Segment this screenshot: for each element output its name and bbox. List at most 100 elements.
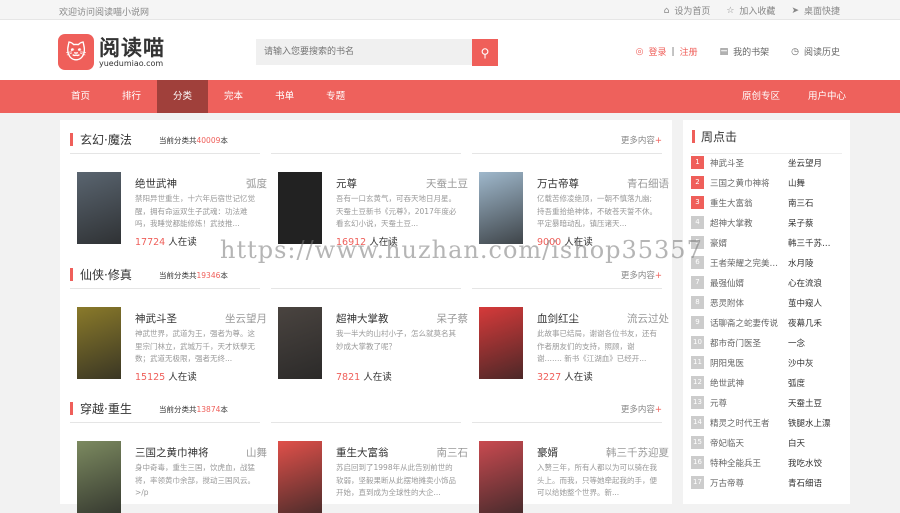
nav-original[interactable]: 原创专区: [728, 80, 794, 113]
add-favorite-link[interactable]: ☆ 加入收藏: [726, 4, 775, 18]
book-title[interactable]: 三国之黄巾神将: [135, 445, 209, 460]
rank-author[interactable]: 青石细语: [788, 477, 838, 489]
rank-item[interactable]: 17 万古帝尊 青石细语: [691, 476, 841, 490]
book-cover[interactable]: [479, 441, 523, 513]
more-link[interactable]: 更多内容+: [621, 134, 662, 146]
rank-book-title[interactable]: 绝世武神: [710, 377, 782, 389]
rank-author[interactable]: 茧中窥人: [788, 297, 838, 309]
book-cover[interactable]: [77, 441, 121, 513]
rank-author[interactable]: 南三石: [788, 197, 838, 209]
more-link[interactable]: 更多内容+: [621, 403, 662, 415]
book-cover[interactable]: [77, 172, 121, 244]
book-card[interactable]: 元尊 天蚕土豆 吾有一口玄黄气，可吞天地日月星。天蚕土豆新书《元尊》，2017年…: [278, 172, 468, 248]
book-cover[interactable]: [278, 441, 322, 513]
book-cover[interactable]: [77, 307, 121, 379]
rank-book-title[interactable]: 阴阳鬼医: [710, 357, 782, 369]
book-card[interactable]: 超神大掌教 呆子蔡 我一半大的山村小子，怎么就莫名其妙成大掌教了呢？ 7821 …: [278, 307, 469, 383]
book-card[interactable]: 血剑红尘 流云过处 此故事已结局，谢谢各位书友，还有作者朋友们的支持，照顾，谢谢…: [479, 307, 669, 383]
rank-book-title[interactable]: 重生大富翁: [710, 197, 782, 209]
set-homepage-link[interactable]: ⌂ 设为首页: [664, 4, 711, 18]
nav-home[interactable]: 首页: [55, 80, 106, 113]
book-title[interactable]: 万古帝尊: [537, 176, 579, 191]
history-link[interactable]: ◷ 阅读历史: [791, 45, 840, 59]
book-cover[interactable]: [278, 172, 322, 244]
book-card[interactable]: 神武斗圣 坐云望月 神武世界，武道为王，强者为尊。这里宗门林立，武城万千，天才妖…: [77, 307, 267, 383]
book-author[interactable]: 坐云望月: [225, 311, 267, 326]
rank-author[interactable]: 水月陵: [788, 257, 838, 269]
book-cover[interactable]: [479, 172, 523, 244]
book-author[interactable]: 流云过处: [627, 311, 669, 326]
nav-category[interactable]: 分类: [157, 80, 209, 113]
book-card[interactable]: 三国之黄巾神将 山舞 身中奇毒，重生三国，饮虎血，战猛将，率领黄巾余部，搅动三国…: [77, 441, 267, 513]
section-title[interactable]: 仙侠·修真: [80, 266, 132, 283]
nav-topics[interactable]: 专题: [310, 80, 361, 113]
nav-ranking[interactable]: 排行: [106, 80, 157, 113]
rank-item[interactable]: 15 帝妃临天 白天: [691, 436, 841, 450]
rank-author[interactable]: 沙中灰: [788, 357, 838, 369]
rank-item[interactable]: 14 精灵之时代王者 铁腿水上漂: [691, 416, 841, 430]
bookshelf-link[interactable]: ▤ 我的书架: [720, 45, 770, 59]
book-author[interactable]: 青石细语: [627, 176, 669, 191]
book-author[interactable]: 南三石: [437, 445, 469, 460]
login-link[interactable]: 登录: [649, 45, 667, 58]
book-title[interactable]: 神武斗圣: [135, 311, 177, 326]
rank-item[interactable]: 3 重生大富翁 南三石: [691, 196, 841, 210]
search-input[interactable]: [256, 39, 472, 65]
nav-booklist[interactable]: 书单: [259, 80, 310, 113]
rank-item[interactable]: 11 阴阳鬼医 沙中灰: [691, 356, 841, 370]
rank-author[interactable]: 韩三千苏迎夏: [788, 237, 838, 249]
section-title[interactable]: 穿越·重生: [80, 400, 132, 417]
rank-author[interactable]: 白天: [788, 437, 838, 449]
rank-author[interactable]: 一念: [788, 337, 838, 349]
rank-book-title[interactable]: 特种全能兵王: [710, 457, 782, 469]
book-title[interactable]: 豪婿: [537, 445, 558, 460]
book-title[interactable]: 重生大富翁: [336, 445, 389, 460]
rank-item[interactable]: 6 王者荣耀之完美人生 水月陵: [691, 256, 841, 270]
rank-author[interactable]: 弧度: [788, 377, 838, 389]
book-title[interactable]: 元尊: [336, 176, 357, 191]
book-author[interactable]: 天蚕土豆: [426, 176, 468, 191]
rank-author[interactable]: 心在流浪: [788, 277, 838, 289]
book-card[interactable]: 万古帝尊 青石细语 亿载苦修凌绝顶，一朝不慎落九幽;持吾重拾绝神体，不破苍天誓不…: [479, 172, 669, 248]
rank-book-title[interactable]: 豪婿: [710, 237, 782, 249]
book-title[interactable]: 血剑红尘: [537, 311, 579, 326]
rank-book-title[interactable]: 万古帝尊: [710, 477, 782, 489]
book-title[interactable]: 超神大掌教: [336, 311, 389, 326]
section-title[interactable]: 玄幻·魔法: [80, 131, 132, 148]
rank-item[interactable]: 12 绝世武神 弧度: [691, 376, 841, 390]
book-author[interactable]: 山舞: [246, 445, 267, 460]
book-author[interactable]: 呆子蔡: [437, 311, 469, 326]
rank-author[interactable]: 天蚕土豆: [788, 397, 838, 409]
rank-item[interactable]: 7 最强仙婿 心在流浪: [691, 276, 841, 290]
search-button[interactable]: ⚲: [472, 39, 498, 66]
logo[interactable]: 🐱 阅读喵 yuedumiao.com: [58, 34, 165, 70]
book-cover[interactable]: [278, 307, 322, 379]
rank-item[interactable]: 5 豪婿 韩三千苏迎夏: [691, 236, 841, 250]
book-author[interactable]: 弧度: [246, 176, 267, 191]
rank-author[interactable]: 坐云望月: [788, 157, 838, 169]
rank-book-title[interactable]: 恶灵附体: [710, 297, 782, 309]
book-card[interactable]: 绝世武神 弧度 禁阳异世重生，十六年后宿世记忆觉醒，拥有命运双生子武魂：功法难吗…: [77, 172, 267, 248]
rank-author[interactable]: 山舞: [788, 177, 838, 189]
rank-item[interactable]: 4 超神大掌教 呆子蔡: [691, 216, 841, 230]
rank-author[interactable]: 夜幕几禾: [788, 317, 838, 329]
rank-item[interactable]: 16 特种全能兵王 我吃水饺: [691, 456, 841, 470]
book-card[interactable]: 豪婿 韩三千苏迎夏 入赘三年，所有人都以为可以骑在我头上。而我，只等她牵起我的手…: [479, 441, 669, 513]
rank-book-title[interactable]: 精灵之时代王者: [710, 417, 782, 429]
rank-book-title[interactable]: 帝妃临天: [710, 437, 782, 449]
register-link[interactable]: 注册: [680, 45, 698, 58]
rank-book-title[interactable]: 王者荣耀之完美人生: [710, 257, 782, 269]
rank-book-title[interactable]: 神武斗圣: [710, 157, 782, 169]
rank-author[interactable]: 呆子蔡: [788, 217, 838, 229]
book-cover[interactable]: [479, 307, 523, 379]
rank-book-title[interactable]: 超神大掌教: [710, 217, 782, 229]
rank-item[interactable]: 10 都市奇门医圣 一念: [691, 336, 841, 350]
book-author[interactable]: 韩三千苏迎夏: [606, 445, 669, 460]
rank-author[interactable]: 铁腿水上漂: [788, 417, 838, 429]
rank-book-title[interactable]: 三国之黄巾神将: [710, 177, 782, 189]
rank-book-title[interactable]: 话聊斋之蛇妻传说: [710, 317, 782, 329]
rank-book-title[interactable]: 元尊: [710, 397, 782, 409]
desktop-shortcut-link[interactable]: ➤ 桌面快捷: [791, 4, 840, 18]
nav-user-center[interactable]: 用户中心: [794, 80, 860, 113]
rank-book-title[interactable]: 最强仙婿: [710, 277, 782, 289]
